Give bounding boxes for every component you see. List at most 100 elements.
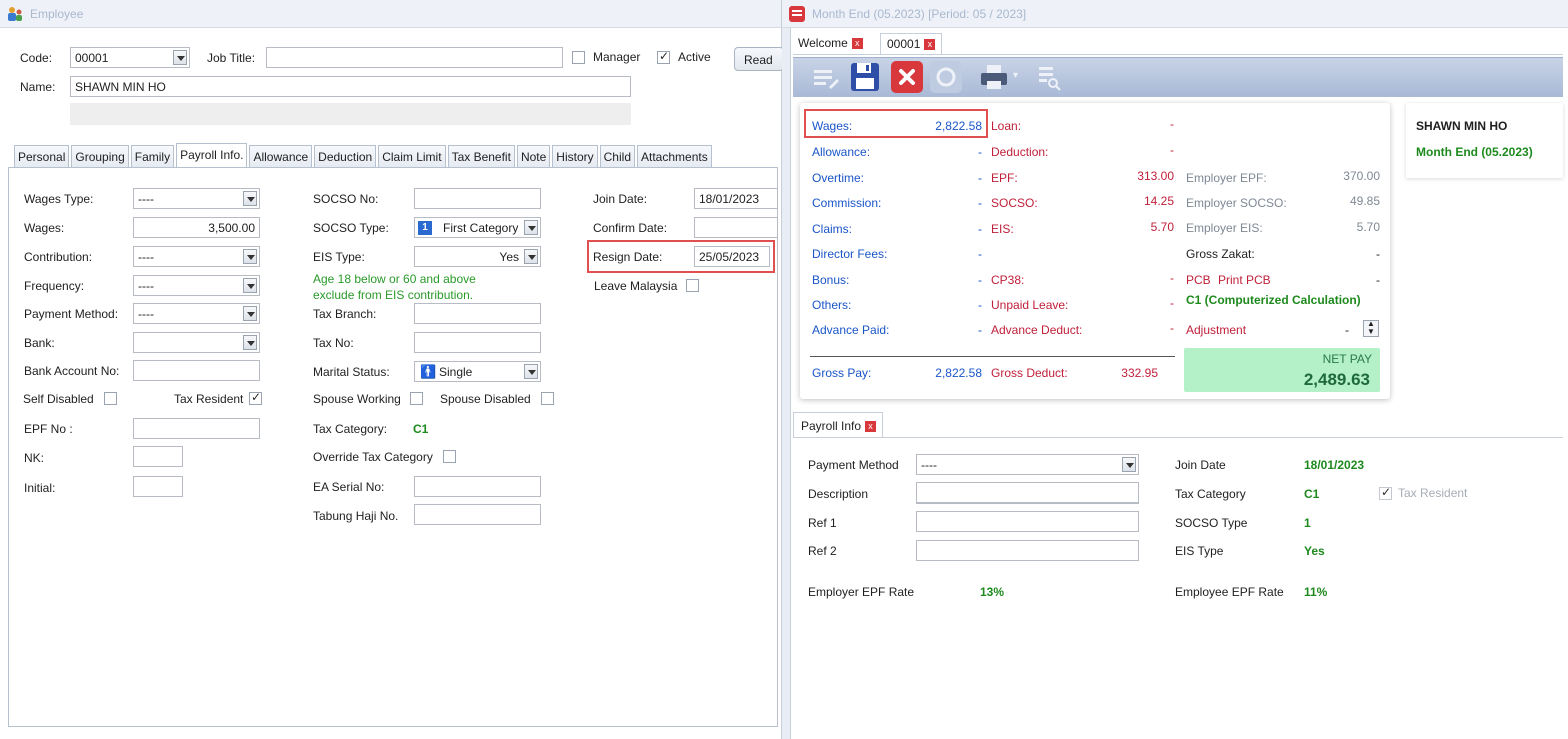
wages-input[interactable]: 3,500.00 [133, 217, 260, 238]
tab-payroll-info-lower[interactable]: Payroll Info x [793, 412, 884, 438]
month-end-app-icon [788, 5, 806, 23]
tab-payroll-info[interactable]: Payroll Info. [176, 143, 248, 167]
print-pcb-link[interactable]: Print PCB [1218, 273, 1271, 287]
chevron-down-icon[interactable]: ▾ [1013, 70, 1018, 81]
earnings-label[interactable]: Overtime: [812, 171, 864, 185]
bank-dropdown[interactable] [133, 332, 260, 353]
active-checkbox[interactable] [657, 49, 670, 64]
tab-child[interactable]: Child [599, 145, 635, 167]
spouse-disabled-checkbox[interactable] [541, 392, 554, 405]
chevron-down-icon[interactable]: ▼ [1367, 327, 1375, 336]
earnings-label[interactable]: Wages: [812, 119, 852, 133]
tab-claim-limit[interactable]: Claim Limit [378, 145, 446, 167]
tab-note[interactable]: Note [516, 145, 551, 167]
gross-deduct-value: 332.95 [1121, 366, 1158, 380]
cancel-icon[interactable] [891, 61, 923, 93]
code-dropdown[interactable]: 00001 [70, 47, 190, 68]
pi-ref2-input[interactable] [916, 540, 1139, 561]
tab-family[interactable]: Family [130, 145, 175, 167]
tab-00001[interactable]: 00001 x [880, 33, 943, 55]
job-title-input[interactable] [266, 47, 563, 68]
frequency-dropdown[interactable]: ---- [133, 275, 260, 296]
socso-no-input[interactable] [414, 188, 541, 209]
override-tax-category-checkbox[interactable] [443, 450, 456, 463]
deductions-label[interactable]: Deduction: [991, 145, 1048, 159]
epf-no-input[interactable] [133, 418, 260, 439]
print-icon[interactable] [978, 61, 1010, 93]
deductions-label[interactable]: EIS: [991, 222, 1014, 236]
tab-deduction[interactable]: Deduction [314, 145, 377, 167]
deductions-label[interactable]: Unpaid Leave: [991, 298, 1068, 312]
bank-account-input[interactable] [133, 360, 260, 381]
confirm-date-input[interactable] [694, 217, 778, 238]
chevron-down-icon[interactable] [243, 278, 257, 293]
leave-malaysia-checkbox[interactable] [686, 279, 699, 292]
close-icon[interactable]: x [851, 38, 863, 50]
chevron-down-icon[interactable] [243, 249, 257, 264]
tabung-haji-input[interactable] [414, 504, 541, 525]
chevron-down-icon[interactable] [243, 191, 257, 206]
pi-socso-type-value: 1 [1304, 516, 1311, 530]
chevron-down-icon[interactable] [173, 50, 187, 65]
eis-type-dropdown[interactable]: Yes [414, 246, 541, 267]
deductions-label[interactable]: Loan: [991, 119, 1021, 133]
ea-serial-input[interactable] [414, 476, 541, 497]
deductions-label[interactable]: Advance Deduct: [991, 323, 1082, 337]
earnings-label[interactable]: Claims: [812, 222, 852, 236]
tax-no-input[interactable] [414, 332, 541, 353]
join-date-input[interactable]: 18/01/2023 [694, 188, 778, 209]
tax-resident-checkbox[interactable] [249, 390, 262, 405]
read-button[interactable]: Read [734, 47, 784, 71]
preview-icon[interactable] [1033, 61, 1065, 93]
tab-attachments[interactable]: Attachments [637, 145, 712, 167]
pi-payment-method-dropdown[interactable]: ---- [916, 454, 1139, 475]
pi-employer-epf-rate-label: Employer EPF Rate [808, 585, 915, 599]
chevron-down-icon[interactable] [1122, 457, 1136, 472]
name-input[interactable]: SHAWN MIN HO [70, 76, 631, 97]
tab-welcome[interactable]: Welcome x [798, 36, 863, 50]
earnings-label[interactable]: Others: [812, 298, 851, 312]
chevron-down-icon[interactable] [243, 306, 257, 321]
spouse-working-checkbox[interactable] [410, 392, 423, 405]
tax-branch-input[interactable] [414, 303, 541, 324]
marital-status-dropdown[interactable]: 🚹 Single [414, 361, 541, 382]
wages-type-dropdown[interactable]: ---- [133, 188, 260, 209]
close-icon[interactable]: x [924, 39, 936, 51]
earnings-label[interactable]: Director Fees: [812, 247, 887, 261]
earnings-label[interactable]: Advance Paid: [812, 323, 889, 337]
earnings-label[interactable]: Commission: [812, 196, 881, 210]
earnings-value: - [978, 145, 982, 159]
deductions-label[interactable]: EPF: [991, 171, 1018, 185]
tab-history[interactable]: History [552, 145, 598, 167]
contribution-dropdown[interactable]: ---- [133, 246, 260, 267]
tab-allowance[interactable]: Allowance [249, 145, 313, 167]
splitter[interactable] [782, 28, 791, 739]
refresh-icon[interactable] [930, 61, 962, 93]
resign-date-input[interactable]: 25/05/2023 [694, 246, 770, 267]
edit-icon[interactable] [809, 61, 841, 93]
join-date-label: Join Date: [593, 192, 648, 206]
socso-type-dropdown[interactable]: 1 First Category [414, 217, 541, 238]
chevron-down-icon[interactable] [524, 220, 538, 235]
tax-no-label: Tax No: [313, 336, 354, 350]
active-label: Active [678, 50, 711, 64]
deductions-label[interactable]: CP38: [991, 273, 1024, 287]
deductions-label[interactable]: SOCSO: [991, 196, 1038, 210]
chevron-down-icon[interactable] [524, 249, 538, 264]
pi-ref1-input[interactable] [916, 511, 1139, 532]
save-icon[interactable] [849, 61, 881, 93]
tab-grouping[interactable]: Grouping [71, 145, 129, 167]
earnings-label[interactable]: Allowance: [812, 145, 870, 159]
nk-input[interactable] [133, 446, 183, 467]
initial-input[interactable] [133, 476, 183, 497]
close-icon[interactable]: x [865, 421, 877, 433]
adjustment-spinner[interactable]: ▲ ▼ [1363, 319, 1379, 337]
earnings-label[interactable]: Bonus: [812, 273, 849, 287]
tab-personal[interactable]: Personal [14, 145, 70, 167]
self-disabled-checkbox[interactable] [104, 392, 117, 405]
chevron-down-icon[interactable] [243, 335, 257, 350]
manager-checkbox[interactable] [572, 51, 585, 64]
tab-tax-benefit[interactable]: Tax Benefit [447, 145, 515, 167]
chevron-down-icon[interactable] [524, 364, 538, 379]
payment-method-dropdown[interactable]: ---- [133, 303, 260, 324]
